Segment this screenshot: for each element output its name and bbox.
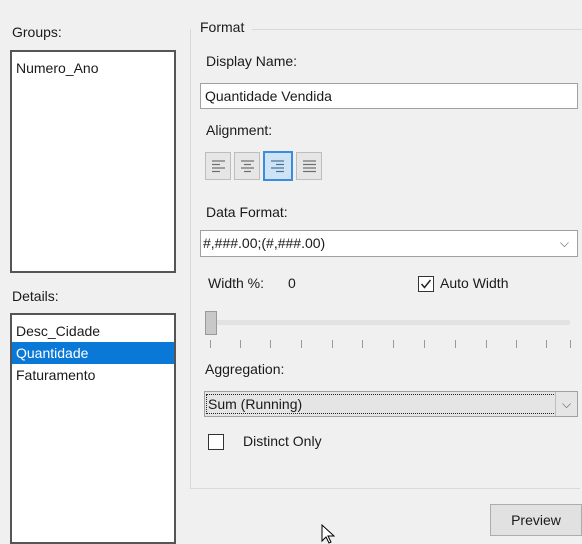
slider-tick: [393, 340, 394, 348]
mouse-cursor-icon: [321, 524, 335, 544]
auto-width-label[interactable]: Auto Width: [440, 275, 508, 291]
groups-list-item[interactable]: Numero_Ano: [12, 57, 174, 79]
slider-tick: [240, 340, 241, 348]
data-format-combobox[interactable]: #,###.00;(#,###.00) ⌵: [200, 230, 578, 257]
width-slider-thumb[interactable]: [205, 311, 217, 335]
display-name-label: Display Name:: [206, 53, 298, 69]
slider-tick: [332, 340, 333, 348]
slider-tick: [270, 340, 271, 348]
align-center-icon: [241, 160, 254, 173]
slider-tick: [546, 340, 547, 348]
auto-width-checkbox[interactable]: [418, 276, 434, 292]
width-label: Width %:: [208, 275, 265, 291]
slider-tick: [362, 340, 363, 348]
details-list-item-selected[interactable]: Quantidade: [12, 342, 174, 364]
checkmark-icon: [420, 279, 432, 289]
aggregation-combobox[interactable]: Sum (Running) ⌵: [204, 391, 578, 417]
details-list-item[interactable]: Desc_Cidade: [12, 320, 174, 342]
slider-tick: [516, 340, 517, 348]
width-value: 0: [288, 275, 296, 291]
alignment-label: Alignment:: [206, 122, 273, 138]
display-name-input[interactable]: Quantidade Vendida: [200, 83, 578, 109]
slider-tick: [424, 340, 425, 348]
slider-tick: [486, 340, 487, 348]
align-left-icon: [212, 160, 225, 173]
slider-tick: [570, 340, 571, 348]
align-left-button[interactable]: [205, 152, 231, 180]
details-label: Details:: [12, 288, 59, 304]
aggregation-label: Aggregation:: [205, 361, 285, 377]
align-right-button[interactable]: [263, 151, 293, 181]
data-format-value: #,###.00;(#,###.00): [203, 235, 326, 251]
align-right-icon: [271, 160, 284, 173]
slider-tick: [210, 340, 211, 348]
details-list-item[interactable]: Faturamento: [12, 364, 174, 386]
groups-listbox[interactable]: Numero_Ano: [10, 50, 176, 273]
chevron-down-icon[interactable]: ⌵: [560, 231, 569, 256]
groups-label: Groups:: [12, 24, 62, 40]
distinct-only-checkbox[interactable]: [208, 434, 224, 450]
width-slider-track[interactable]: [205, 320, 570, 325]
chevron-down-icon[interactable]: ⌵: [555, 392, 577, 416]
aggregation-value: Sum (Running): [206, 394, 556, 414]
format-title: Format: [200, 19, 245, 35]
slider-tick: [455, 340, 456, 348]
align-center-button[interactable]: [234, 152, 260, 180]
slider-tick: [301, 340, 302, 348]
distinct-only-label[interactable]: Distinct Only: [243, 433, 322, 449]
data-format-label: Data Format:: [206, 204, 288, 220]
align-justify-button[interactable]: [296, 152, 322, 180]
details-listbox[interactable]: Desc_Cidade Quantidade Faturamento: [10, 313, 176, 544]
align-justify-icon: [303, 160, 316, 173]
preview-button[interactable]: Preview: [490, 504, 582, 536]
format-groupbox-top-border: [252, 29, 582, 30]
